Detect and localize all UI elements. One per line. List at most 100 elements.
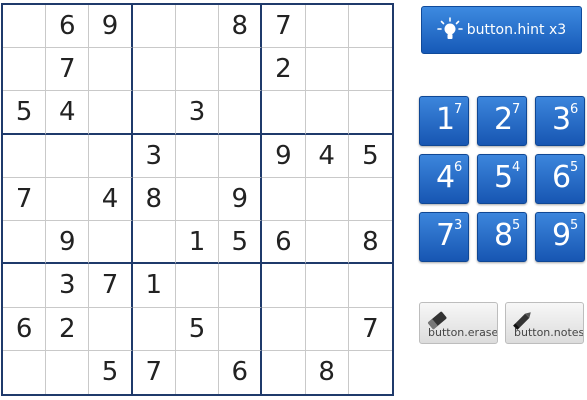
- sudoku-cell[interactable]: [219, 307, 263, 351]
- sudoku-cell[interactable]: 7: [3, 177, 47, 222]
- sudoku-cell[interactable]: 7: [89, 264, 133, 308]
- sudoku-cell[interactable]: 6: [219, 350, 263, 394]
- sudoku-cell[interactable]: 7: [46, 48, 90, 92]
- sudoku-cell[interactable]: 9: [262, 134, 306, 178]
- sudoku-cell[interactable]: [175, 177, 220, 222]
- sudoku-cell[interactable]: [89, 91, 133, 135]
- sudoku-cell[interactable]: [305, 221, 349, 265]
- sudoku-cell[interactable]: 4: [305, 134, 349, 178]
- sudoku-cell[interactable]: [132, 91, 176, 135]
- sudoku-cell[interactable]: [219, 134, 263, 178]
- sudoku-cell[interactable]: [132, 307, 176, 351]
- sudoku-cell[interactable]: 2: [46, 307, 90, 351]
- sudoku-cell[interactable]: 6: [3, 307, 47, 351]
- sudoku-cell[interactable]: [348, 48, 392, 92]
- sudoku-cell[interactable]: 7: [262, 5, 306, 49]
- number-button-digit: 1: [436, 102, 456, 137]
- sudoku-cell[interactable]: [305, 264, 349, 308]
- sudoku-cell[interactable]: [132, 221, 176, 265]
- sudoku-cell[interactable]: 5: [89, 350, 133, 394]
- number-button-remaining-count: 4: [512, 160, 521, 175]
- sudoku-cell[interactable]: [175, 48, 220, 92]
- sudoku-cell[interactable]: 4: [46, 91, 90, 135]
- number-button-1[interactable]: 17: [419, 96, 469, 146]
- sudoku-cell[interactable]: 1: [175, 221, 220, 265]
- sudoku-cell[interactable]: 5: [175, 307, 220, 351]
- sudoku-cell[interactable]: 7: [133, 350, 176, 394]
- sudoku-cell[interactable]: [305, 177, 349, 222]
- sudoku-cell[interactable]: 4: [89, 177, 133, 222]
- sudoku-cell[interactable]: 3: [46, 264, 90, 308]
- sudoku-cell[interactable]: [219, 48, 263, 92]
- sudoku-cell[interactable]: [305, 91, 349, 135]
- number-button-remaining-count: 3: [454, 218, 463, 233]
- sudoku-cell[interactable]: [305, 5, 349, 49]
- sudoku-cell[interactable]: [262, 350, 306, 394]
- sudoku-cell[interactable]: [175, 5, 220, 49]
- sudoku-cell[interactable]: [175, 134, 220, 178]
- sudoku-cell[interactable]: 9: [89, 5, 133, 49]
- number-button-2[interactable]: 27: [477, 96, 527, 146]
- sudoku-cell[interactable]: 1: [132, 264, 176, 308]
- number-button-5[interactable]: 54: [477, 154, 527, 204]
- sudoku-cell[interactable]: [348, 91, 392, 135]
- lightbulb-icon: [436, 17, 463, 39]
- sudoku-cell[interactable]: [89, 221, 133, 265]
- sudoku-cell[interactable]: [132, 48, 176, 92]
- sudoku-cell[interactable]: 3: [175, 91, 220, 135]
- number-button-6[interactable]: 65: [535, 154, 585, 204]
- number-button-remaining-count: 6: [454, 160, 463, 175]
- sudoku-cell[interactable]: [262, 264, 306, 308]
- hint-button[interactable]: button.hint x3: [421, 6, 582, 54]
- sudoku-cell[interactable]: 2: [262, 48, 306, 92]
- sudoku-cell[interactable]: [175, 264, 220, 308]
- sudoku-cell[interactable]: [3, 134, 47, 178]
- number-button-8[interactable]: 85: [477, 212, 527, 262]
- number-button-4[interactable]: 46: [419, 154, 469, 204]
- sudoku-cell[interactable]: 8: [132, 177, 176, 222]
- notes-button[interactable]: button.notes: [505, 302, 584, 344]
- sudoku-cell[interactable]: [132, 5, 176, 49]
- sudoku-cell[interactable]: [46, 134, 90, 178]
- sudoku-cell[interactable]: 7: [348, 308, 392, 351]
- number-button-7[interactable]: 73: [419, 212, 469, 262]
- sudoku-cell[interactable]: [348, 5, 392, 49]
- number-button-9[interactable]: 95: [535, 212, 585, 262]
- number-button-remaining-count: 7: [512, 102, 521, 117]
- sudoku-cell[interactable]: [3, 264, 47, 308]
- sudoku-cell[interactable]: [3, 350, 47, 394]
- sudoku-cell[interactable]: [89, 307, 133, 351]
- sudoku-cell[interactable]: 8: [348, 221, 392, 265]
- sudoku-cell[interactable]: [219, 91, 263, 135]
- sudoku-cell[interactable]: 5: [348, 135, 392, 178]
- number-button-digit: 6: [552, 160, 572, 195]
- sudoku-cell[interactable]: 8: [219, 5, 263, 49]
- sudoku-cell[interactable]: [89, 134, 133, 178]
- sudoku-cell[interactable]: 8: [306, 350, 349, 394]
- sudoku-cell[interactable]: [348, 178, 392, 222]
- sudoku-cell[interactable]: [3, 5, 47, 49]
- sudoku-cell[interactable]: [262, 91, 306, 135]
- sudoku-cell[interactable]: [3, 48, 47, 92]
- sudoku-cell[interactable]: [305, 48, 349, 92]
- sudoku-cell[interactable]: [46, 177, 90, 222]
- sudoku-cell[interactable]: [305, 307, 349, 351]
- sudoku-cell[interactable]: [176, 350, 220, 394]
- sudoku-cell[interactable]: 5: [3, 91, 47, 135]
- sudoku-cell[interactable]: [349, 351, 392, 394]
- sudoku-cell[interactable]: [219, 264, 263, 308]
- sudoku-cell[interactable]: [348, 264, 392, 308]
- sudoku-cell[interactable]: 6: [262, 221, 306, 265]
- sudoku-cell[interactable]: 9: [46, 221, 90, 265]
- number-button-3[interactable]: 36: [535, 96, 585, 146]
- sudoku-cell[interactable]: [3, 221, 47, 265]
- erase-button[interactable]: button.erase: [419, 302, 498, 344]
- sudoku-cell[interactable]: 6: [46, 5, 90, 49]
- sudoku-cell[interactable]: [262, 307, 306, 351]
- sudoku-cell[interactable]: [46, 350, 90, 394]
- sudoku-cell[interactable]: [262, 177, 306, 222]
- sudoku-cell[interactable]: [89, 48, 133, 92]
- sudoku-cell[interactable]: 9: [219, 177, 263, 222]
- sudoku-cell[interactable]: 5: [219, 221, 263, 265]
- sudoku-cell[interactable]: 3: [132, 134, 176, 178]
